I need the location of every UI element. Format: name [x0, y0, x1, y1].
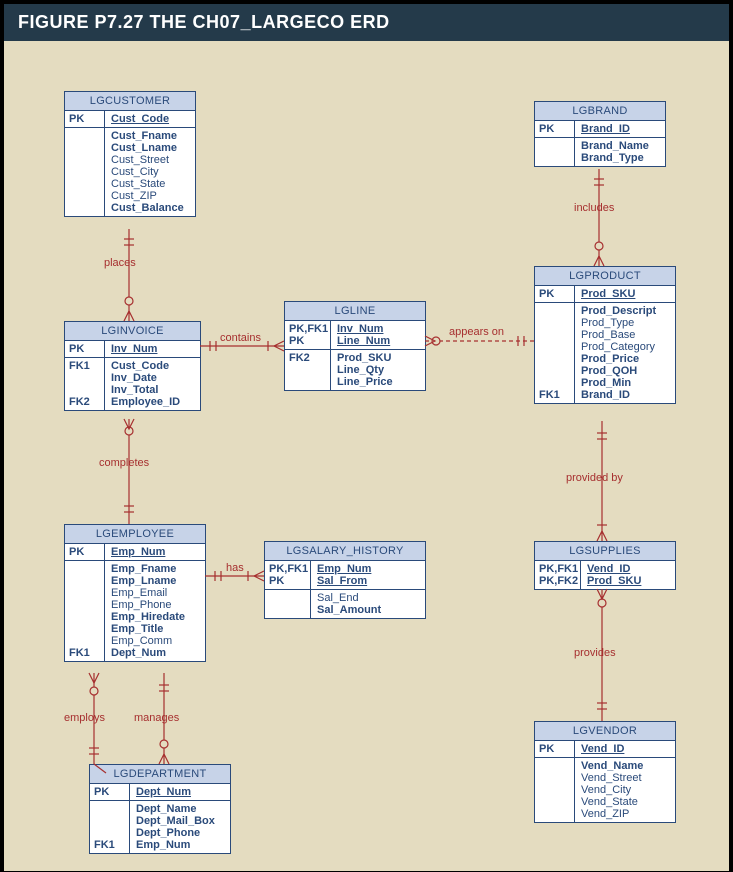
rel-includes: includes — [574, 202, 615, 214]
entity-title: LGCUSTOMER — [65, 92, 195, 111]
entity-lgdepartment: LGDEPARTMENT PK Dept_Num FK1 Dept_Name D… — [89, 764, 231, 854]
rel-employs: employs — [64, 712, 105, 724]
rel-completes: completes — [99, 457, 150, 469]
rel-provides: provides — [574, 647, 616, 659]
rel-contains: contains — [220, 332, 261, 344]
entity-lgcustomer: LGCUSTOMER PK Cust_Code Cust_Fname Cust_… — [64, 91, 196, 217]
erd-canvas: LGCUSTOMER PK Cust_Code Cust_Fname Cust_… — [4, 41, 729, 871]
entity-lgproduct: LGPRODUCT PK Prod_SKU FK1 Prod_Descript … — [534, 266, 676, 404]
rel-provided-by: provided by — [566, 472, 623, 484]
entity-lgsupplies: LGSUPPLIES PK,FK1 PK,FK2 Vend_ID Prod_SK… — [534, 541, 676, 590]
entity-lgemployee: LGEMPLOYEE PK Emp_Num FK1 Emp_Fname Emp_… — [64, 524, 206, 662]
entity-lgvendor: LGVENDOR PK Vend_ID Vend_Name Vend_Stree… — [534, 721, 676, 823]
entity-lgbrand: LGBRAND PK Brand_ID Brand_Name Brand_Typ… — [534, 101, 666, 167]
figure-frame: FIGURE P7.27 THE CH07_LARGECO ERD LGCUST… — [0, 0, 733, 872]
entity-lgline: LGLINE PK,FK1 PK Inv_Num Line_Num FK2 Pr… — [284, 301, 426, 391]
figure-title: FIGURE P7.27 THE CH07_LARGECO ERD — [4, 4, 729, 41]
entity-lgsalary-history: LGSALARY_HISTORY PK,FK1 PK Emp_Num Sal_F… — [264, 541, 426, 619]
entity-lginvoice: LGINVOICE PK Inv_Num FK1 FK2 Cust_Code I… — [64, 321, 201, 411]
rel-manages: manages — [134, 712, 180, 724]
rel-has: has — [226, 562, 244, 574]
rel-places: places — [104, 257, 136, 269]
rel-appears-on: appears on — [449, 326, 504, 338]
